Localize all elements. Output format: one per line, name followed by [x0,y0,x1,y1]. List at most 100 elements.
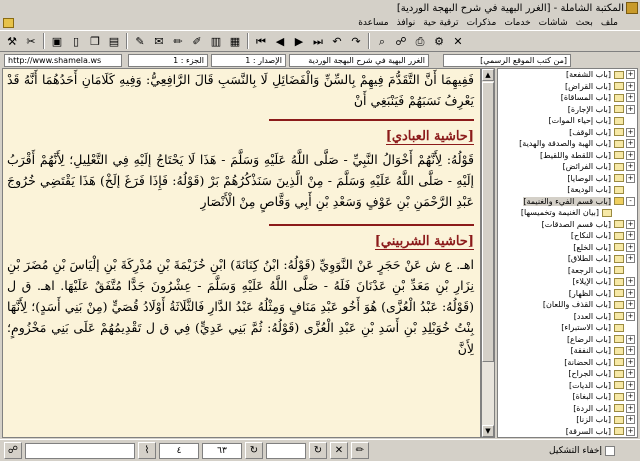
tree-item[interactable]: + [باب اللقطة واللقيط] [498,150,637,162]
expand-icon[interactable]: + [626,104,635,114]
scroll-down-icon[interactable]: ▼ [482,425,494,437]
tree-item[interactable]: + [باب قسم الصدقات] [498,219,637,231]
tree-item[interactable]: + [باب الطلاق] [498,253,637,265]
close-icon[interactable]: ✕ [449,32,467,50]
binoculars-icon[interactable]: ☍ [4,442,22,459]
paste-icon[interactable]: ▤ [105,32,123,50]
attach-icon[interactable]: ⌇ [138,442,156,459]
search-icon[interactable]: ⌕ [373,32,391,50]
new-page-icon[interactable]: ▯ [67,32,85,50]
expand-icon[interactable]: + [626,242,635,252]
expand-icon[interactable]: + [626,311,635,321]
expand-icon[interactable]: + [626,162,635,172]
tree-item[interactable]: + [باب الشفعة] [498,69,637,81]
url-field[interactable]: http://www.shamela.ws [4,53,122,67]
mdi-child-icon[interactable] [3,18,14,28]
menu-windows[interactable]: نوافذ [393,18,420,28]
expand-icon[interactable]: + [626,357,635,367]
goto-field[interactable] [266,442,306,459]
tree-item[interactable]: + [باب الظهار] [498,288,637,300]
tree-item[interactable]: + [باب الهبة والصدقة والهدية] [498,138,637,150]
expand-icon[interactable]: + [626,334,635,344]
expand-icon[interactable]: + [626,277,635,287]
go-icon[interactable]: ↻ [245,442,263,459]
menu-services[interactable]: خدمات [500,18,534,28]
binoculars-icon[interactable]: ☍ [392,32,410,50]
tree-item[interactable]: [باب الاستبراء] [498,322,637,334]
tree-item[interactable]: + [باب الديات] [498,380,637,392]
last-page-icon[interactable]: ⏭ [309,32,327,50]
expand-icon[interactable]: + [626,369,635,379]
tree-item[interactable]: + [باب الرضاع] [498,334,637,346]
part-number-field[interactable]: ٦٣ [202,442,242,459]
menu-notes[interactable]: مذكرات [463,18,501,28]
tree-item[interactable]: + [باب الإجارة] [498,104,637,116]
menu-live-update[interactable]: ترقية حية [419,18,462,28]
note-icon[interactable]: ✎ [131,32,149,50]
expand-icon[interactable]: + [626,415,635,425]
tree-item[interactable]: + [باب الزنا] [498,414,637,426]
expand-icon[interactable]: + [626,392,635,402]
section-selector[interactable]: [من كتب الموقع الرسمي] [443,53,571,67]
expand-icon[interactable]: + [626,346,635,356]
content-scrollbar[interactable]: ▲ ▼ [481,68,495,438]
mail-icon[interactable]: ✉ [150,32,168,50]
tree-item[interactable]: [باب قطع الطريق] [498,437,637,438]
page-number-field[interactable]: ٤ [159,442,199,459]
collapse-icon[interactable]: - [626,196,635,206]
forward-icon[interactable]: ↷ [347,32,365,50]
next-page-icon[interactable]: ▶ [290,32,308,50]
book-text-pane[interactable]: فَفِيهِمَا أَنَّ التَّقَدُّمَ فِيهِمْ بِ… [2,68,481,438]
expand-icon[interactable]: + [626,426,635,436]
expand-icon[interactable]: + [626,93,635,103]
expand-icon[interactable]: + [626,127,635,137]
prev-page-icon[interactable]: ◀ [271,32,289,50]
tree-item[interactable]: + [باب النكاح] [498,230,637,242]
first-page-icon[interactable]: ⏮ [252,32,270,50]
bookmark-icon[interactable]: ▦ [226,32,244,50]
tree-item[interactable]: [باب إحياء الموات] [498,115,637,127]
tree-item[interactable]: [بيان الغنيمة وتخميسها] [498,207,637,219]
highlight-icon[interactable]: ✏ [169,32,187,50]
search-input[interactable] [25,442,135,459]
expand-icon[interactable]: + [626,150,635,160]
copy-icon[interactable]: ❐ [86,32,104,50]
tree-item[interactable]: - [باب قسم الفيء والغنيمة] [498,196,637,208]
tree-item[interactable]: + [باب الجراح] [498,368,637,380]
expand-icon[interactable]: + [626,403,635,413]
tree-item[interactable]: + [باب السرقة] [498,426,637,438]
menu-help[interactable]: مساعدة [354,18,392,28]
menu-search[interactable]: بحث [572,18,597,28]
refresh-icon[interactable]: ↻ [309,442,327,459]
tree-item[interactable]: + [باب الإيلاء] [498,276,637,288]
tree-item[interactable]: + [باب العدد] [498,311,637,323]
tree-item[interactable]: [باب الرجعة] [498,265,637,277]
menu-screens[interactable]: شاشات [535,18,572,28]
tree-item[interactable]: + [باب الوقف] [498,127,637,139]
tree-item[interactable]: + [باب الردة] [498,403,637,415]
expand-icon[interactable]: + [626,380,635,390]
tree-item[interactable]: + [باب القذف واللعان] [498,299,637,311]
pencil-icon[interactable]: ✐ [188,32,206,50]
expand-icon[interactable]: + [626,254,635,264]
scroll-up-icon[interactable]: ▲ [482,69,494,81]
highlight-icon[interactable]: ✏ [351,442,369,459]
tree-item[interactable]: + [باب الفرائض] [498,161,637,173]
tree-item[interactable]: + [باب المساقاة] [498,92,637,104]
expand-icon[interactable]: + [626,139,635,149]
tree-item[interactable]: + [باب البغاة] [498,391,637,403]
scroll-thumb[interactable] [482,82,494,362]
expand-icon[interactable]: + [626,173,635,183]
expand-icon[interactable]: + [626,231,635,241]
tree-item[interactable]: + [باب النفقة] [498,345,637,357]
expand-icon[interactable]: + [626,70,635,80]
tree-item[interactable]: + [باب الخلع] [498,242,637,254]
back-icon[interactable]: ↶ [328,32,346,50]
menu-file[interactable]: ملف [597,18,622,28]
expand-icon[interactable]: + [626,300,635,310]
clear-icon[interactable]: ✕ [330,442,348,459]
cut-icon[interactable]: ✂ [22,32,40,50]
new-book-icon[interactable]: ▣ [48,32,66,50]
settings-icon[interactable]: ⚙ [430,32,448,50]
tree-item[interactable]: + [باب القراض] [498,81,637,93]
